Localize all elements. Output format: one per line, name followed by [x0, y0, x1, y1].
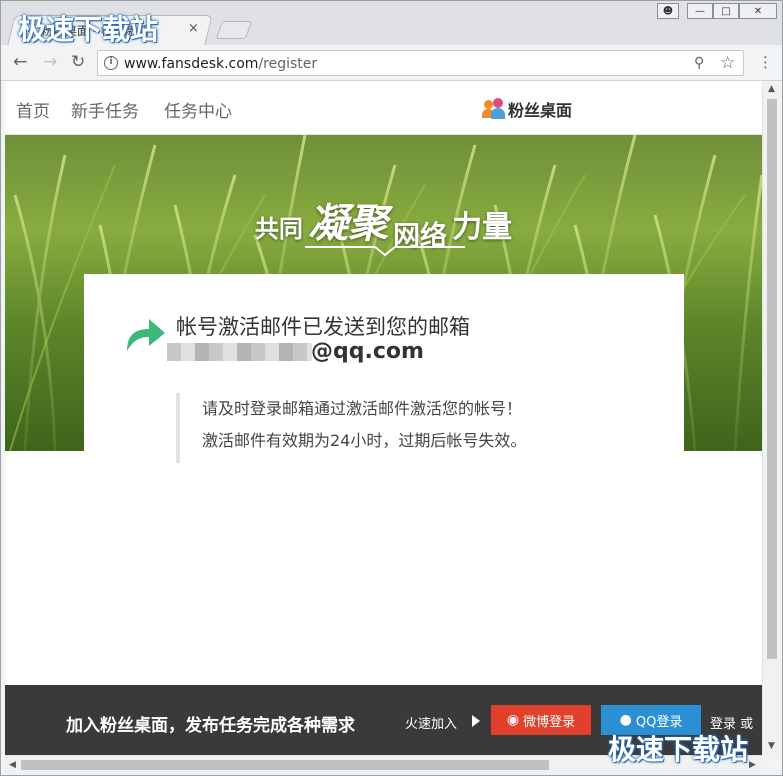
slogan-underline [305, 246, 465, 257]
email-domain: @qq.com [311, 339, 424, 364]
notice-line: 激活邮件有效期为24小时，过期后帐号失效。 [202, 431, 527, 450]
scroll-up-icon[interactable]: ▲ [768, 84, 775, 94]
new-tab-button[interactable] [215, 21, 253, 39]
reload-icon[interactable]: ↻ [71, 52, 85, 72]
activation-notice: 请及时登录邮箱通过激活邮件激活您的帐号！ 激活邮件有效期为24小时，过期后帐号失… [176, 393, 606, 463]
browser-window: 粉丝桌面 - 帐号激活 × ☻ — □ ✕ ← → ↻ i www.fansde… [0, 0, 783, 776]
scroll-left-icon[interactable]: ◀ [9, 760, 16, 770]
qq-login-label: QQ登录 [635, 714, 683, 730]
email-redacted [167, 343, 312, 361]
address-bar[interactable]: i www.fansdesk.com/register ⚲ ☆ [97, 50, 744, 76]
close-window-button[interactable]: ✕ [739, 3, 777, 19]
maximize-button[interactable]: □ [713, 3, 739, 19]
logo-text: 粉丝桌面 [508, 101, 573, 120]
horizontal-scroll-thumb[interactable] [21, 760, 549, 770]
play-arrow-icon [472, 715, 480, 727]
vertical-scroll-thumb[interactable] [767, 99, 777, 659]
slogan-part4: 力量 [452, 210, 513, 245]
menu-dots-icon[interactable]: ⋮ [758, 53, 773, 71]
activation-headline: 帐号激活邮件已发送到您的邮箱 [176, 315, 470, 339]
quick-join-label: 火速加入 [405, 717, 458, 732]
watermark-top: 极速下载站 [18, 13, 159, 46]
nav-beginner-tasks[interactable]: 新手任务 [71, 97, 139, 122]
scroll-down-icon[interactable]: ▼ [768, 741, 775, 751]
forward-arrow-icon[interactable]: → [43, 52, 57, 72]
minimize-button[interactable]: — [687, 3, 713, 19]
slogan-part1: 共同 [254, 215, 303, 243]
weibo-login-label: 微博登录 [523, 714, 576, 730]
people-icon [482, 98, 506, 120]
nav-home[interactable]: 首页 [16, 97, 50, 122]
key-icon[interactable]: ⚲ [694, 55, 704, 71]
back-arrow-icon[interactable]: ← [13, 52, 27, 72]
site-nav: 首页 新手任务 任务中心 粉丝桌面 [5, 81, 762, 135]
qq-penguin-icon: ● [619, 712, 632, 728]
vertical-scrollbar[interactable]: ▲ ▼ [762, 81, 781, 755]
slogan: 共同 凝聚 网络 力量 [5, 191, 762, 252]
tab-close-icon[interactable]: × [188, 21, 199, 36]
site-logo[interactable]: 粉丝桌面 [482, 97, 572, 121]
scroll-right-icon[interactable]: ▶ [749, 760, 756, 770]
slogan-part2: 凝聚 [307, 201, 388, 247]
user-icon[interactable]: ☻ [657, 3, 679, 19]
notice-line: 请及时登录邮箱通过激活邮件激活您的帐号！ [202, 399, 523, 418]
page-viewport: 首页 新手任务 任务中心 粉丝桌面 共同 凝聚 网络 力量 帐号激活邮件已发送到… [5, 81, 762, 755]
info-icon[interactable]: i [104, 56, 118, 70]
url-text[interactable]: www.fansdesk.com/register [124, 56, 317, 72]
weibo-login-button[interactable]: ◉ 微博登录 [491, 705, 591, 735]
url-host: www.fansdesk.com [124, 56, 259, 72]
weibo-icon: ◉ [506, 712, 520, 728]
browser-toolbar: ← → ↻ i www.fansdesk.com/register ⚲ ☆ ⋮ [1, 45, 782, 81]
redirect-arrow-icon [127, 319, 165, 351]
footer-title: 加入粉丝桌面，发布任务完成各种需求 [66, 716, 355, 736]
watermark-bottom: 极速下载站 [608, 733, 749, 766]
bookmark-star-icon[interactable]: ☆ [720, 53, 735, 73]
url-path: /register [258, 56, 318, 72]
nav-task-center[interactable]: 任务中心 [164, 97, 232, 122]
